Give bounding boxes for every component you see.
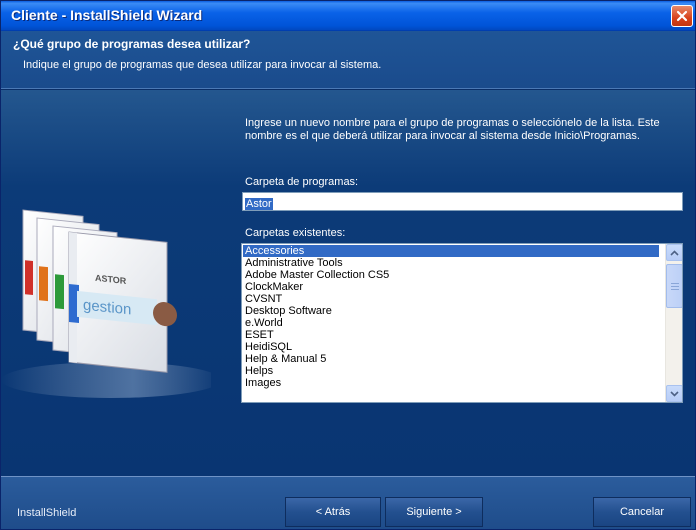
- step-title: ¿Qué grupo de programas desea utilizar?: [13, 37, 251, 51]
- list-item[interactable]: Helps: [243, 365, 659, 377]
- wizard-body: ASTOR gestion Ingrese un nuevo nombre pa…: [1, 90, 695, 476]
- list-item[interactable]: CVSNT: [243, 293, 659, 305]
- step-description: Indique el grupo de programas que desea …: [23, 59, 382, 71]
- title-bar[interactable]: Cliente - InstallShield Wizard: [1, 1, 695, 31]
- list-item[interactable]: ClockMaker: [243, 281, 659, 293]
- close-icon: [676, 10, 688, 22]
- list-item[interactable]: Administrative Tools: [243, 257, 659, 269]
- list-item[interactable]: Images: [243, 377, 659, 389]
- list-item[interactable]: Desktop Software: [243, 305, 659, 317]
- back-button[interactable]: < Atrás: [285, 497, 381, 527]
- wizard-footer: InstallShield < Atrás Siguiente > Cancel…: [1, 476, 695, 529]
- instructions-text: Ingrese un nuevo nombre para el grupo de…: [245, 117, 660, 142]
- list-item[interactable]: ESET: [243, 329, 659, 341]
- cancel-button[interactable]: Cancelar: [593, 497, 691, 527]
- list-item[interactable]: Help & Manual 5: [243, 353, 659, 365]
- program-folder-input[interactable]: Astor: [242, 192, 683, 211]
- scroll-down-button[interactable]: [666, 385, 682, 402]
- existing-folders-label: Carpetas existentes:: [245, 227, 346, 239]
- existing-folders-list[interactable]: Accessories Administrative Tools Adobe M…: [241, 243, 683, 403]
- window-title: Cliente - InstallShield Wizard: [11, 7, 203, 23]
- list-item[interactable]: Accessories: [243, 245, 659, 257]
- scroll-up-button[interactable]: [666, 244, 682, 261]
- wizard-header: ¿Qué grupo de programas desea utilizar? …: [1, 31, 695, 89]
- chevron-up-icon: [670, 249, 679, 256]
- product-boxes-image: ASTOR gestion: [1, 209, 211, 398]
- close-button[interactable]: [671, 5, 693, 27]
- installshield-brand: InstallShield: [17, 507, 77, 519]
- list-item[interactable]: Adobe Master Collection CS5: [243, 269, 659, 281]
- scroll-thumb[interactable]: [666, 264, 682, 308]
- vertical-scrollbar[interactable]: [665, 244, 682, 402]
- program-folder-value: Astor: [245, 198, 273, 210]
- next-button[interactable]: Siguiente >: [385, 497, 483, 527]
- installer-window: Cliente - InstallShield Wizard ¿Qué grup…: [0, 0, 696, 530]
- list-item[interactable]: e.World: [243, 317, 659, 329]
- list-item[interactable]: HeidiSQL: [243, 341, 659, 353]
- program-folder-label: Carpeta de programas:: [245, 176, 359, 188]
- chevron-down-icon: [670, 390, 679, 397]
